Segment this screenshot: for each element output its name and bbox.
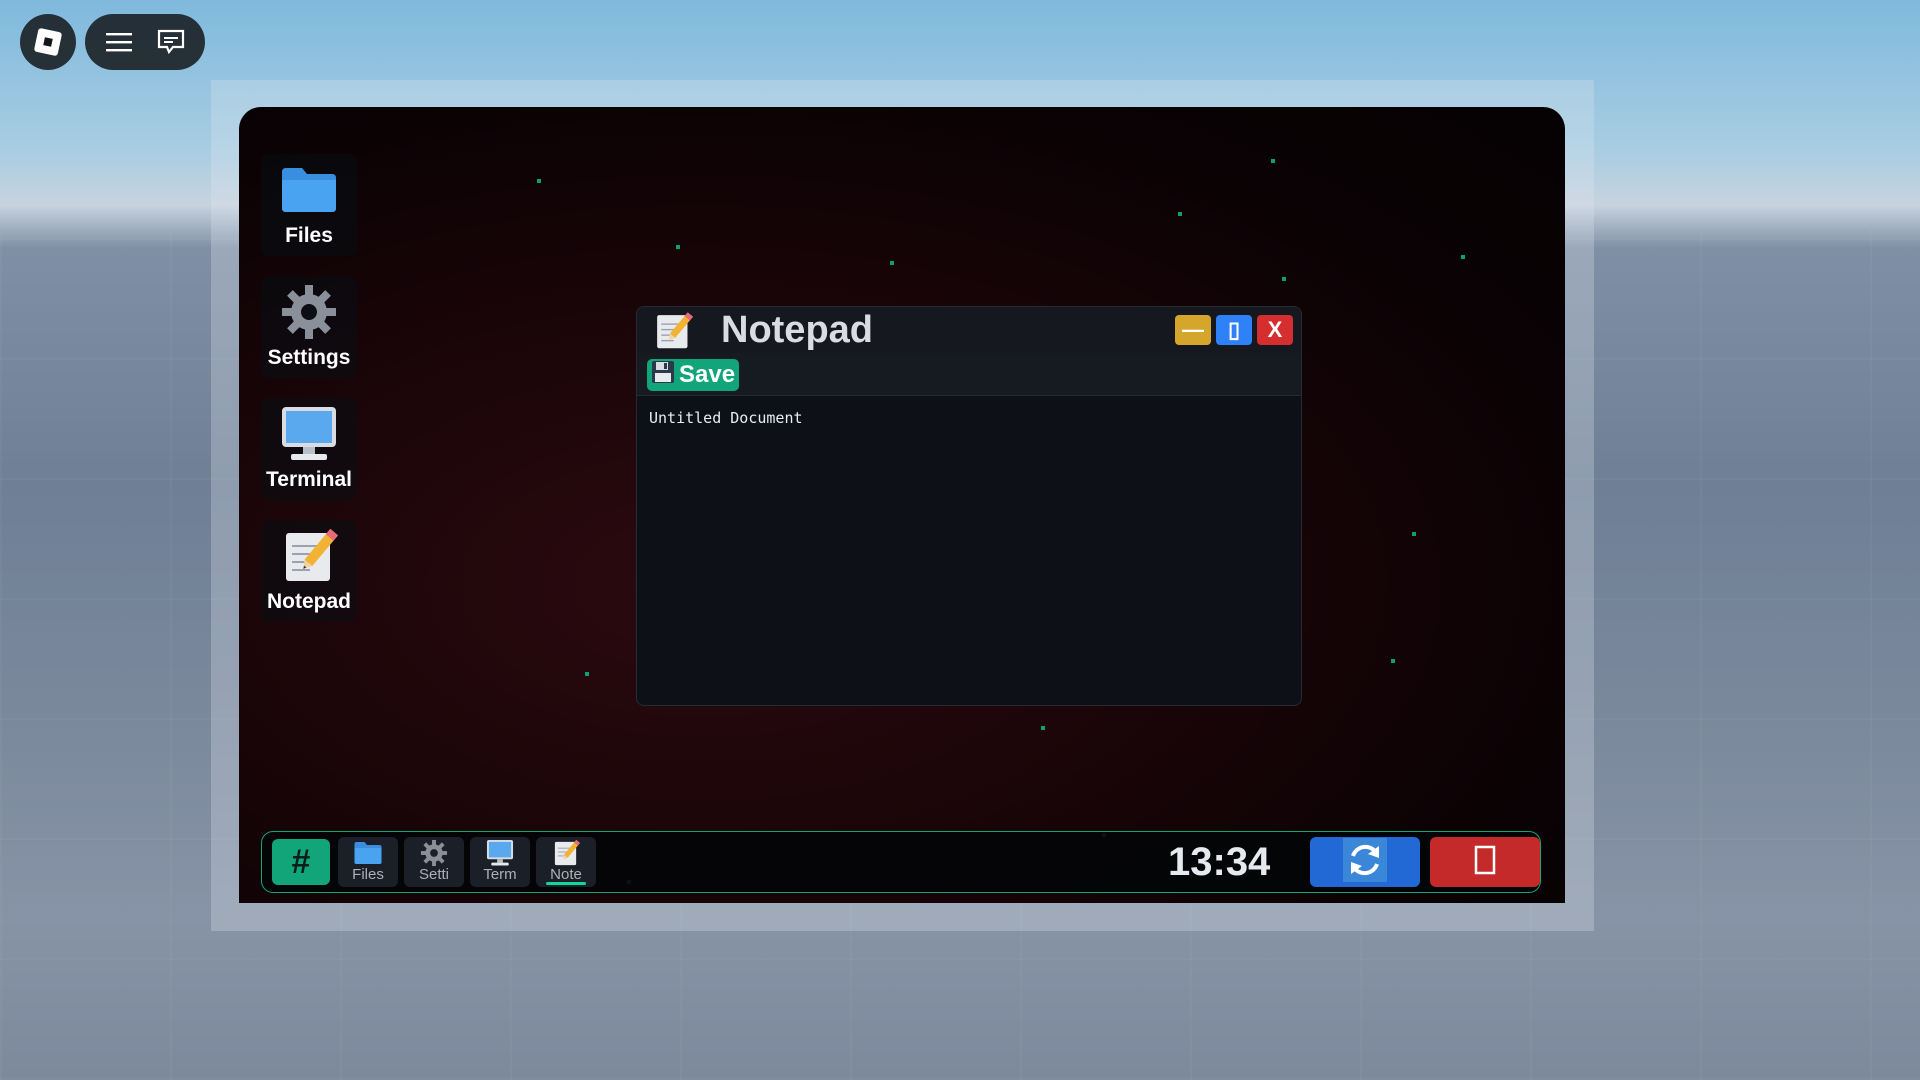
gear-icon — [418, 839, 450, 867]
star-particle — [1178, 212, 1182, 216]
save-label: Save — [679, 361, 736, 388]
roblox-menu-button[interactable] — [20, 14, 76, 70]
taskbar-app-notepad[interactable]: Note — [536, 837, 596, 887]
notepad-icon — [653, 311, 693, 351]
floppy-disk-icon — [651, 360, 675, 391]
taskbar-app-label: Term — [483, 866, 517, 883]
star-particle — [1391, 659, 1395, 663]
star-particle — [676, 245, 680, 249]
close-button[interactable]: X — [1257, 315, 1293, 345]
folder-icon — [277, 160, 341, 220]
star-particle — [1282, 277, 1286, 281]
desktop-icon-files[interactable]: Files — [261, 154, 357, 256]
star-particle — [1412, 532, 1416, 536]
notepad-icon — [550, 839, 582, 867]
chat-icon[interactable] — [151, 22, 191, 62]
gear-icon — [277, 282, 341, 342]
monitor-icon — [277, 404, 341, 464]
star-particle — [890, 261, 894, 265]
taskbar: # Files Setti Term Note 13:34 — [261, 831, 1541, 893]
maximize-button[interactable]: ▯ — [1216, 315, 1252, 345]
power-button[interactable] — [1430, 837, 1540, 887]
notepad-icon — [277, 526, 341, 586]
desktop-icon-notepad[interactable]: Notepad — [261, 520, 357, 622]
hamburger-menu-icon[interactable] — [99, 22, 139, 62]
minimize-button[interactable]: — — [1175, 315, 1211, 345]
star-particle — [537, 179, 541, 183]
taskbar-app-label: Note — [550, 866, 582, 883]
star-particle — [1271, 159, 1275, 163]
window-title: Notepad — [721, 309, 873, 351]
desktop-icon-terminal[interactable]: Terminal — [261, 398, 357, 500]
desktop-icon-label: Notepad — [267, 590, 351, 613]
taskbar-clock: 13:34 — [1168, 840, 1271, 884]
refresh-icon — [1343, 838, 1387, 886]
roblox-toolbar — [85, 14, 205, 70]
monitor-icon — [484, 839, 516, 867]
start-button[interactable]: # — [272, 839, 330, 885]
taskbar-app-files[interactable]: Files — [338, 837, 398, 887]
folder-icon — [352, 839, 384, 867]
desktop-icon-label: Files — [285, 224, 333, 247]
power-icon — [1474, 845, 1496, 879]
star-particle — [1041, 726, 1045, 730]
desktop-icon-label: Terminal — [266, 468, 352, 491]
star-particle — [1461, 255, 1465, 259]
save-button[interactable]: Save — [647, 359, 740, 391]
active-app-indicator — [546, 882, 586, 885]
notepad-text-area[interactable]: Untitled Document — [649, 409, 803, 427]
roblox-logo-icon — [33, 27, 63, 57]
taskbar-app-terminal[interactable]: Term — [470, 837, 530, 887]
restart-button[interactable] — [1310, 837, 1420, 887]
notepad-toolbar: Save — [637, 353, 1301, 396]
window-title-bar[interactable]: Notepad — ▯ X — [637, 307, 1301, 353]
star-particle — [585, 672, 589, 676]
taskbar-app-settings[interactable]: Setti — [404, 837, 464, 887]
notepad-window: Notepad — ▯ X Save Untitled Document — [636, 306, 1302, 706]
desktop-icon-label: Settings — [267, 346, 351, 369]
taskbar-app-label: Files — [352, 866, 384, 883]
desktop-icon-settings[interactable]: Settings — [261, 276, 357, 378]
taskbar-app-label: Setti — [418, 866, 449, 883]
